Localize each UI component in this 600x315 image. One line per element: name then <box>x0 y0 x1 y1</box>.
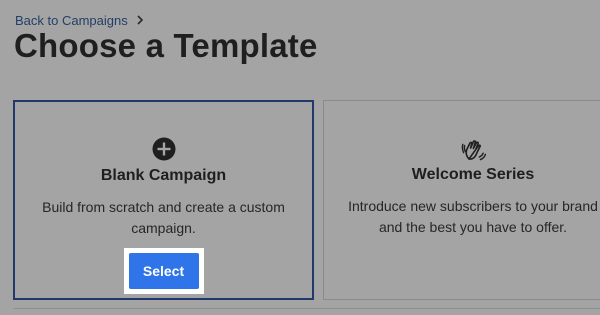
select-button-highlight: Select <box>123 248 204 294</box>
next-row-card-edge <box>13 308 600 315</box>
page-title: Choose a Template <box>14 27 318 64</box>
chevron-right-icon <box>136 15 144 25</box>
template-description-line: campaign. <box>131 220 196 236</box>
template-description: Introduce new subscribers to your brand … <box>324 196 600 238</box>
template-title: Blank Campaign <box>100 167 227 184</box>
plus-circle-icon <box>152 137 176 161</box>
template-description-line: and the best you have to offer. <box>378 219 568 235</box>
template-card-welcome-series[interactable]: Welcome Series Introduce new subscribers… <box>323 100 600 300</box>
select-button[interactable]: Select <box>128 253 199 289</box>
waving-hand-icon <box>461 137 487 161</box>
template-title: Welcome Series <box>411 166 535 183</box>
template-card-blank-campaign[interactable]: Blank Campaign Build from scratch and cr… <box>13 100 314 300</box>
template-description-line: Introduce new subscribers to your brand <box>348 198 598 214</box>
template-description-line: Build from scratch and create a custom <box>42 199 285 215</box>
back-to-campaigns-link[interactable]: Back to Campaigns <box>15 13 128 28</box>
template-description: Build from scratch and create a custom c… <box>15 197 312 239</box>
template-chooser-page: Back to Campaigns Choose a Template Blan… <box>0 0 600 315</box>
